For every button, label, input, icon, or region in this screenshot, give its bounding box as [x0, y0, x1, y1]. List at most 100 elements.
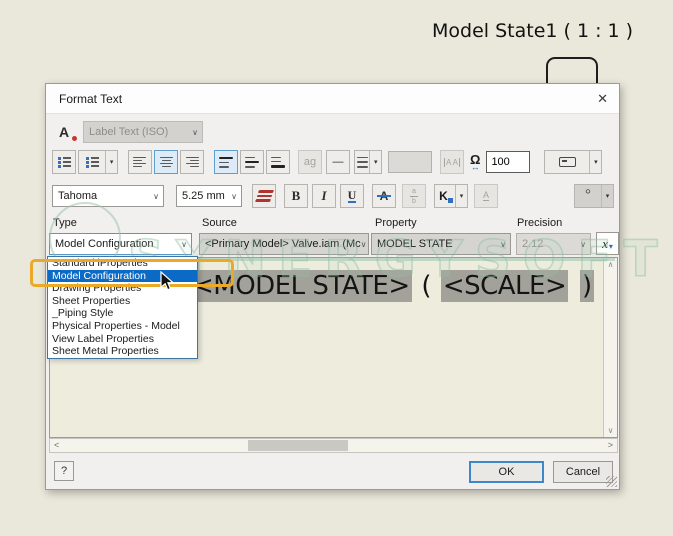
- dropdown-item[interactable]: Physical Properties - Model: [48, 320, 197, 333]
- underline-icon: U: [348, 190, 357, 203]
- align-right-icon: [185, 157, 199, 168]
- align-left-button[interactable]: [128, 150, 152, 174]
- help-icon: ?: [61, 465, 67, 477]
- valign-top-button[interactable]: [214, 150, 238, 174]
- dialog-title: Format Text: [59, 92, 122, 106]
- stretch-percent-input[interactable]: [486, 151, 530, 173]
- chevron-down-icon[interactable]: ▾: [601, 185, 613, 207]
- source-combo-value: <Primary Model> Valve.iam (Mc: [205, 238, 361, 250]
- precision-combo-value: 2.12: [522, 238, 543, 250]
- property-label: Property: [375, 217, 417, 229]
- horizontal-scrollbar[interactable]: < >: [49, 438, 618, 453]
- type-label: Type: [53, 217, 77, 229]
- align-right-button[interactable]: [180, 150, 204, 174]
- dropdown-item[interactable]: Sheet Properties: [48, 295, 197, 308]
- scroll-right-icon[interactable]: >: [608, 440, 613, 450]
- text-field-dropdown[interactable]: ▾: [544, 150, 602, 174]
- chevron-down-icon: ∨: [361, 240, 369, 249]
- valign-bottom-button[interactable]: [266, 150, 290, 174]
- symbol-dropdown[interactable]: ° ▾: [574, 184, 614, 208]
- property-combo-value: MODEL STATE: [377, 238, 453, 250]
- align-left-icon: [133, 157, 147, 168]
- italic-button[interactable]: I: [312, 184, 336, 208]
- chevron-down-icon[interactable]: ▾: [455, 185, 467, 207]
- chevron-down-icon[interactable]: ▾: [105, 151, 117, 173]
- annotation-highlight-box: [30, 259, 234, 287]
- valign-top-icon: [219, 157, 233, 168]
- drawing-canvas: Model State1 ( 1 : 1 ) Format Text ✕ A L…: [0, 0, 673, 536]
- vertical-scrollbar[interactable]: ∧ ∨: [603, 258, 617, 437]
- underline-button[interactable]: U: [340, 184, 364, 208]
- editor-token: <SCALE>: [441, 270, 568, 302]
- valign-middle-icon: [245, 157, 259, 168]
- chevron-down-icon: ∨: [500, 240, 510, 249]
- stacked-text-button: ab: [402, 184, 426, 208]
- scroll-up-icon[interactable]: ∧: [604, 260, 617, 269]
- style-combo-value: Label Text (ISO): [89, 126, 168, 138]
- dropdown-item[interactable]: View Label Properties: [48, 333, 197, 346]
- line-spacing-button[interactable]: ▾: [354, 150, 382, 174]
- view-label: Model State1 ( 1 : 1 ): [432, 20, 633, 42]
- style-row: A Label Text (ISO) ∨: [46, 120, 619, 144]
- strikethrough-icon: A: [380, 189, 389, 203]
- text-field-icon: [545, 151, 589, 173]
- bullet-list-button[interactable]: [52, 150, 76, 174]
- style-combo[interactable]: Label Text (ISO) ∨: [83, 121, 203, 143]
- insert-component-dropdown[interactable]: K ▾: [434, 184, 468, 208]
- color-layers-icon: [255, 190, 274, 202]
- scrollbar-thumb[interactable]: [248, 440, 348, 451]
- font-toolbar: Tahoma ∨ 5.25 mm ∨ B I U A ab: [51, 184, 616, 208]
- line-spacing-icon: [355, 151, 369, 173]
- type-combo[interactable]: Model Configuration ∨: [49, 233, 192, 255]
- strikethrough-button[interactable]: A: [372, 184, 396, 208]
- stacked-text-icon: ab: [410, 188, 418, 205]
- help-button[interactable]: ?: [54, 461, 74, 481]
- numbered-list-icon: [79, 151, 105, 173]
- valign-bottom-icon: [271, 157, 285, 168]
- bold-icon: B: [292, 188, 301, 204]
- dropdown-item[interactable]: _Piping Style: [48, 307, 197, 320]
- font-combo[interactable]: Tahoma ∨: [52, 185, 164, 207]
- font-size-value: 5.25 mm: [182, 190, 225, 202]
- kerning-button: ag: [298, 150, 322, 174]
- mouse-cursor-icon: [160, 271, 175, 292]
- italic-icon: I: [321, 188, 326, 204]
- resize-grip-icon[interactable]: [606, 476, 617, 487]
- chevron-down-icon[interactable]: ▾: [589, 151, 601, 173]
- editor-token: [568, 270, 580, 302]
- close-icon[interactable]: ✕: [597, 91, 608, 107]
- insert-field-button[interactable]: x ▾: [596, 232, 619, 255]
- chevron-down-icon[interactable]: ▾: [369, 151, 381, 173]
- paragraph-toolbar: ▾ ag —: [51, 150, 616, 174]
- dropdown-item[interactable]: Sheet Metal Properties: [48, 345, 197, 358]
- font-size-combo[interactable]: 5.25 mm ∨: [176, 185, 242, 207]
- align-center-button[interactable]: [154, 150, 178, 174]
- scroll-left-icon[interactable]: <: [54, 440, 59, 450]
- overline-button: A: [474, 184, 498, 208]
- cancel-button[interactable]: Cancel: [553, 461, 613, 483]
- editor-token: ): [580, 270, 594, 302]
- source-label: Source: [202, 217, 237, 229]
- spacing-value-combo: [388, 151, 432, 173]
- bold-button[interactable]: B: [284, 184, 308, 208]
- scroll-down-icon[interactable]: ∨: [604, 426, 617, 435]
- stretch-control: Ω ↔: [470, 153, 480, 172]
- color-layers-button[interactable]: [252, 184, 276, 208]
- text-style-icon: A: [59, 124, 79, 140]
- field-row: Type Source Property Precision Model Con…: [46, 217, 619, 259]
- editor-text: <MODEL STATE> ( <SCALE> ): [190, 270, 594, 302]
- precision-label: Precision: [517, 217, 562, 229]
- ok-button[interactable]: OK: [469, 461, 544, 483]
- insert-component-icon: K: [435, 185, 455, 207]
- precision-combo: 2.12 ∨: [516, 233, 591, 255]
- property-combo[interactable]: MODEL STATE ∨: [371, 233, 511, 255]
- kerning-icon: ag: [304, 156, 316, 168]
- baseline-dash-button[interactable]: —: [326, 150, 350, 174]
- degree-symbol-icon: °: [575, 185, 601, 207]
- source-combo[interactable]: <Primary Model> Valve.iam (Mc ∨: [199, 233, 369, 255]
- valign-middle-button[interactable]: [240, 150, 264, 174]
- dash-icon: —: [333, 156, 344, 168]
- numbered-list-button[interactable]: ▾: [78, 150, 118, 174]
- insert-field-icon: x: [602, 236, 608, 252]
- dialog-titlebar[interactable]: Format Text ✕: [46, 84, 619, 114]
